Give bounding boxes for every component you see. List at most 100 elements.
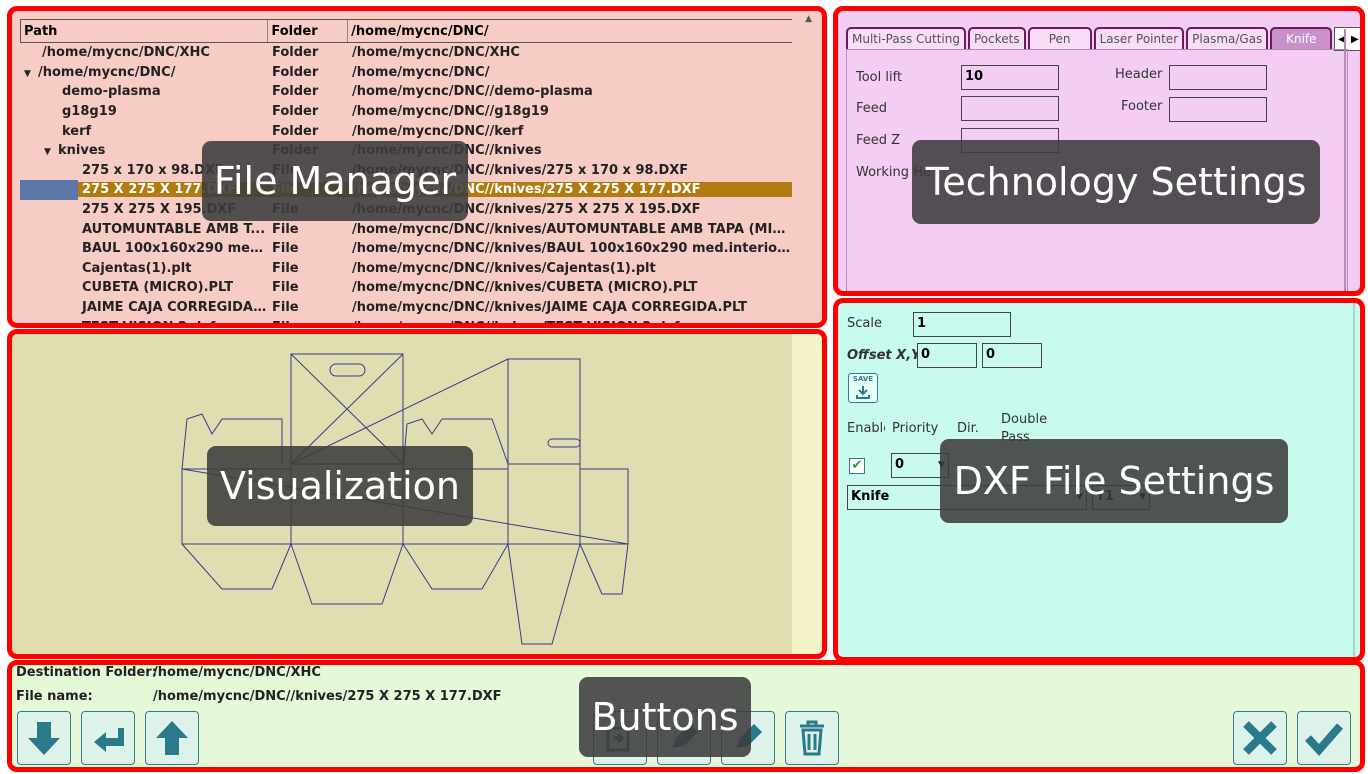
file-row-path: BAUL 100x160x290 med.i... <box>20 241 268 256</box>
arrow-down-icon <box>28 722 60 755</box>
feed-label: Feed <box>856 101 888 116</box>
delete-button[interactable] <box>785 711 839 765</box>
file-row-path: ▼/home/mycnc/DNC/ <box>20 65 268 80</box>
offset-x-input[interactable]: 0 <box>917 343 977 368</box>
feed-input[interactable] <box>961 96 1059 121</box>
file-row-name: g18g19 <box>62 104 117 120</box>
confirm-button[interactable] <box>1297 711 1351 765</box>
header-input[interactable] <box>1169 65 1267 90</box>
file-row[interactable]: TEST VISION 2.dxf File/home/mycnc/DNC//kn… <box>20 317 793 328</box>
scroll-up-icon[interactable]: ▲ <box>805 14 812 24</box>
file-row-fullpath: /home/mycnc/DNC//knives/JAIME CAJA CORRE… <box>352 300 747 316</box>
destination-value: /home/mycnc/DNC/XHC <box>153 665 321 680</box>
file-row-name: kerf <box>62 123 92 139</box>
file-row-name: BAUL 100x160x290 med.i... <box>82 241 268 257</box>
technology-settings-panel: Multi-Pass Cutting Pockets Pen Laser Poi… <box>833 6 1365 296</box>
tab-scroll-arrows[interactable]: ◀ ▶ <box>1334 27 1360 51</box>
filename-label: File name: <box>16 689 93 704</box>
offset-y-input[interactable]: 0 <box>982 343 1042 368</box>
file-row-fullpath: /home/mycnc/DNC//knives/Cajentas(1).plt <box>352 260 656 276</box>
file-scrollbar[interactable]: ▲ <box>792 11 822 323</box>
file-row[interactable]: g18g19 Folder/home/mycnc/DNC//g18g19 <box>20 102 793 122</box>
file-row-path: AUTOMUNTABLE AMB T... <box>20 222 268 237</box>
cancel-button[interactable] <box>1233 711 1287 765</box>
file-row-path: kerf <box>20 124 268 139</box>
download-button[interactable] <box>17 711 71 765</box>
file-row-type: File <box>272 260 299 276</box>
file-row-name: CUBETA (MICRO).PLT <box>82 280 234 296</box>
destination-label: Destination Folder: <box>16 665 157 680</box>
footer-input[interactable] <box>1169 97 1267 122</box>
file-manager-panel: Path Folder /home/mycnc/DNC/ /home/mycnc… <box>7 6 827 328</box>
tab-plasma-gas[interactable]: Plasma/Gas <box>1186 27 1269 49</box>
file-row[interactable]: ▼/home/mycnc/DNC/Folder/home/mycnc/DNC/ <box>20 63 793 83</box>
expand-arrow-icon[interactable]: ▼ <box>44 147 58 157</box>
filename-value: /home/mycnc/DNC//knives/275 X 275 X 177.… <box>153 689 502 704</box>
visualization-scrollbar[interactable] <box>792 334 822 654</box>
file-row[interactable]: JAIME CAJA CORREGIDA.... File/home/mycnc/… <box>20 298 793 318</box>
tab-scrollbar[interactable] <box>1344 29 1346 291</box>
tab-pen[interactable]: Pen <box>1027 27 1092 49</box>
column-path[interactable]: Path <box>21 20 269 42</box>
tab-pockets[interactable]: Pockets <box>967 27 1026 49</box>
visualization-overlay: Visualization <box>207 446 473 526</box>
dxf-scrollbar[interactable] <box>1353 303 1355 657</box>
file-row-name: /home/mycnc/DNC/XHC <box>42 45 210 61</box>
selection-marker <box>20 180 78 200</box>
file-row-name: knives <box>58 143 106 159</box>
priority-value: 0 <box>895 457 905 472</box>
file-row-type: File <box>272 241 299 257</box>
offset-label: Offset X,Y <box>847 348 921 363</box>
file-row[interactable]: AUTOMUNTABLE AMB T... File/home/mycnc/DNC… <box>20 219 793 239</box>
enter-button[interactable] <box>81 711 135 765</box>
file-row-name: /home/mycnc/DNC/ <box>38 64 176 80</box>
file-row[interactable]: BAUL 100x160x290 med.i... File/home/mycnc… <box>20 239 793 259</box>
file-row-name: TEST VISION 2.dxf <box>82 319 216 328</box>
file-row-type: File <box>272 319 299 328</box>
file-row-path: /home/mycnc/DNC/XHC <box>20 45 268 60</box>
footer-label: Footer <box>1121 99 1163 114</box>
scale-input[interactable]: 1 <box>913 312 1011 337</box>
file-row-fullpath: /home/mycnc/DNC/ <box>352 64 490 80</box>
file-row-path: CUBETA (MICRO).PLT <box>20 280 268 295</box>
file-row-path: Cajentas(1).plt <box>20 261 268 276</box>
tab-laser-pointer[interactable]: Laser Pointer <box>1093 27 1185 49</box>
file-table-header: Path Folder /home/mycnc/DNC/ <box>20 19 793 43</box>
file-row-fullpath: /home/mycnc/DNC//demo-plasma <box>352 84 593 100</box>
trash-icon <box>800 720 824 756</box>
tool-lift-label: Tool lift <box>856 70 903 85</box>
column-full-path[interactable]: /home/mycnc/DNC/ <box>348 20 792 42</box>
file-row[interactable]: Cajentas(1).plt File/home/mycnc/DNC//kniv… <box>20 259 793 279</box>
header-label: Header <box>1115 67 1163 82</box>
file-row-fullpath: /home/mycnc/DNC//knives/CUBETA (MICRO).P… <box>352 280 698 296</box>
file-row[interactable]: CUBETA (MICRO).PLT File/home/mycnc/DNC//k… <box>20 278 793 298</box>
file-row-path: TEST VISION 2.dxf <box>20 319 268 328</box>
upload-button[interactable] <box>145 711 199 765</box>
file-row-fullpath: /home/mycnc/DNC/XHC <box>352 45 520 61</box>
save-button[interactable]: SAVE <box>848 373 878 403</box>
file-row-name: demo-plasma <box>62 84 161 100</box>
buttons-overlay: Buttons <box>579 677 751 757</box>
file-row-type: Folder <box>272 84 319 100</box>
enable-label: Enable <box>847 421 885 436</box>
column-folder[interactable]: Folder <box>268 20 349 42</box>
expand-arrow-icon[interactable]: ▼ <box>24 69 38 79</box>
file-row-type: Folder <box>272 64 319 80</box>
arrow-right-icon[interactable]: ▶ <box>1351 34 1359 45</box>
tool-lift-input[interactable]: 10 <box>961 65 1059 90</box>
save-label: SAVE <box>852 375 874 383</box>
file-row-name: AUTOMUNTABLE AMB T... <box>82 221 266 237</box>
file-row[interactable]: kerf Folder/home/mycnc/DNC//kerf <box>20 121 793 141</box>
scale-label: Scale <box>847 316 882 331</box>
file-row[interactable]: demo-plasma Folder/home/mycnc/DNC//demo-p… <box>20 82 793 102</box>
file-row-fullpath: /home/mycnc/DNC//knives/BAUL 100x160x290… <box>352 241 793 257</box>
enable-checkbox[interactable]: ✔ <box>849 458 865 474</box>
file-row-fullpath: /home/mycnc/DNC//knives/AUTOMUNTABLE AMB… <box>352 221 793 237</box>
file-row[interactable]: /home/mycnc/DNC/XHC Folder/home/mycnc/DNC… <box>20 43 793 63</box>
dxf-settings-panel: Scale 1 Offset X,Y 0 0 SAVE Enable Prior… <box>833 298 1365 662</box>
file-row-type: Folder <box>272 45 319 61</box>
tab-knife[interactable]: Knife <box>1270 27 1333 49</box>
file-row-path: demo-plasma <box>20 84 268 99</box>
technology-tabs: Multi-Pass Cutting Pockets Pen Laser Poi… <box>846 27 1360 51</box>
tab-multi-pass[interactable]: Multi-Pass Cutting <box>846 27 966 49</box>
